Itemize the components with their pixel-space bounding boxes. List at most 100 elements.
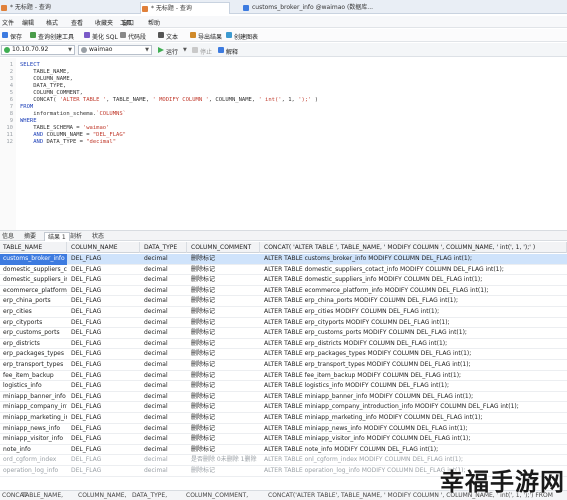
table-row[interactable]: erp_cityports DEL_FLAG decimal 删除标记 ALTER TA… bbox=[0, 318, 567, 329]
cell-column-comment[interactable]: 删除标记 bbox=[188, 339, 260, 350]
cell-table-name[interactable]: erp_china_ports bbox=[0, 296, 67, 307]
cell-column-name[interactable]: DEL_FLAG bbox=[68, 339, 140, 350]
explain-button[interactable]: 解释 bbox=[218, 47, 238, 56]
table-row[interactable]: domestic_suppliers_cc DEL_FLAG decimal 删除标记… bbox=[0, 265, 567, 276]
tab-profile[interactable]: 剖析 bbox=[70, 232, 82, 241]
cell-column-name[interactable]: DEL_FLAG bbox=[68, 424, 140, 435]
window-tab-query-1[interactable]: * 无标题 - 查询 bbox=[0, 2, 60, 14]
cell-column-name[interactable]: DEL_FLAG bbox=[68, 286, 140, 297]
cell-data-type[interactable]: decimal bbox=[141, 381, 187, 392]
cell-data-type[interactable]: decimal bbox=[141, 318, 187, 329]
cell-data-type[interactable]: decimal bbox=[141, 371, 187, 382]
cell-column-name[interactable]: DEL_FLAG bbox=[68, 275, 140, 286]
menu-file[interactable]: 文件 bbox=[2, 18, 14, 27]
cell-data-type[interactable]: decimal bbox=[141, 339, 187, 350]
cell-table-name[interactable]: operation_log_info bbox=[0, 466, 67, 477]
cell-table-name[interactable]: miniapp_banner_info bbox=[0, 392, 67, 403]
cell-table-name[interactable]: ord_cgform_index bbox=[0, 455, 67, 466]
cell-column-name[interactable]: DEL_FLAG bbox=[68, 328, 140, 339]
cell-column-name[interactable]: DEL_FLAG bbox=[68, 318, 140, 329]
code-snippet-button[interactable]: 代码段 bbox=[120, 32, 146, 41]
stop-button[interactable]: 停止 bbox=[192, 47, 212, 56]
cell-column-comment[interactable]: 删除标记 bbox=[188, 392, 260, 403]
cell-table-name[interactable]: erp_districts bbox=[0, 339, 67, 350]
cell-concat[interactable]: ALTER TABLE erp_cities MODIFY COLUMN DEL… bbox=[261, 307, 567, 318]
save-button[interactable]: 保存 bbox=[2, 32, 22, 41]
cell-concat[interactable]: ALTER TABLE erp_customs_ports MODIFY COL… bbox=[261, 328, 567, 339]
cell-column-comment[interactable]: 删除标记 bbox=[188, 349, 260, 360]
table-row[interactable]: erp_customs_ports DEL_FLAG decimal 删除标记 ALTE… bbox=[0, 328, 567, 339]
create-chart-button[interactable]: 创建图表 bbox=[226, 32, 258, 41]
cell-concat[interactable]: ALTER TABLE erp_packages_types MODIFY CO… bbox=[261, 349, 567, 360]
cell-column-name[interactable]: DEL_FLAG bbox=[68, 402, 140, 413]
column-header-data-type[interactable]: DATA_TYPE bbox=[141, 242, 187, 253]
cell-column-name[interactable]: DEL_FLAG bbox=[68, 455, 140, 466]
cell-data-type[interactable]: decimal bbox=[141, 392, 187, 403]
cell-table-name[interactable]: miniapp_news_info bbox=[0, 424, 67, 435]
cell-column-name[interactable]: DEL_FLAG bbox=[68, 265, 140, 276]
table-row[interactable]: miniapp_marketing_in DEL_FLAG decimal 删除标记 A… bbox=[0, 413, 567, 424]
export-results-button[interactable]: 导出结果 bbox=[190, 32, 222, 41]
text-button[interactable]: 文本 bbox=[158, 32, 178, 41]
cell-data-type[interactable]: decimal bbox=[141, 402, 187, 413]
cell-data-type[interactable]: decimal bbox=[141, 328, 187, 339]
cell-table-name[interactable]: erp_transport_types bbox=[0, 360, 67, 371]
window-tab-table[interactable]: customs_broker_info @waimao (数据库... bbox=[242, 2, 373, 14]
cell-concat[interactable]: ALTER TABLE domestic_suppliers_cotact_in… bbox=[261, 265, 567, 276]
cell-concat[interactable]: ALTER TABLE customs_broker_info MODIFY C… bbox=[261, 254, 567, 265]
cell-table-name[interactable]: logistics_info bbox=[0, 381, 67, 392]
menu-format[interactable]: 格式 bbox=[46, 18, 58, 27]
menu-window[interactable]: 窗口 bbox=[122, 18, 134, 27]
cell-data-type[interactable]: decimal bbox=[141, 307, 187, 318]
cell-concat[interactable]: ALTER TABLE miniapp_company_introduction… bbox=[261, 402, 567, 413]
cell-column-name[interactable]: DEL_FLAG bbox=[68, 254, 140, 265]
column-header-concat[interactable]: CONCAT( 'ALTER TABLE ', TABLE_NAME, ' MO… bbox=[261, 242, 567, 253]
cell-column-comment[interactable]: 删除标记 bbox=[188, 424, 260, 435]
column-header-table-name[interactable]: TABLE_NAME bbox=[0, 242, 67, 253]
cell-column-name[interactable]: DEL_FLAG bbox=[68, 381, 140, 392]
cell-data-type[interactable]: decimal bbox=[141, 265, 187, 276]
column-header-column-name[interactable]: COLUMN_NAME bbox=[68, 242, 140, 253]
cell-concat[interactable]: ALTER TABLE domestic_suppliers_info MODI… bbox=[261, 275, 567, 286]
menu-edit[interactable]: 编辑 bbox=[22, 18, 34, 27]
cell-column-name[interactable]: DEL_FLAG bbox=[68, 445, 140, 456]
table-row[interactable]: note_info DEL_FLAG decimal 删除标记 ALTER TABLE … bbox=[0, 445, 567, 456]
table-row[interactable]: erp_transport_types DEL_FLAG decimal 删除标记 AL… bbox=[0, 360, 567, 371]
cell-concat[interactable]: ALTER TABLE erp_transport_types MODIFY C… bbox=[261, 360, 567, 371]
cell-column-comment[interactable]: 删除标记 bbox=[188, 360, 260, 371]
cell-table-name[interactable]: note_info bbox=[0, 445, 67, 456]
table-row[interactable]: miniapp_visitor_info DEL_FLAG decimal 删除标记 A… bbox=[0, 434, 567, 445]
table-row[interactable]: erp_packages_types DEL_FLAG decimal 删除标记 ALT… bbox=[0, 349, 567, 360]
cell-concat[interactable]: ALTER TABLE logistics_info MODIFY COLUMN… bbox=[261, 381, 567, 392]
cell-data-type[interactable]: decimal bbox=[141, 254, 187, 265]
menu-help[interactable]: 帮助 bbox=[148, 18, 160, 27]
cell-concat[interactable]: ALTER TABLE erp_china_ports MODIFY COLUM… bbox=[261, 296, 567, 307]
cell-table-name[interactable]: domestic_suppliers_cc bbox=[0, 265, 67, 276]
cell-column-comment[interactable]: 删除标记 bbox=[188, 413, 260, 424]
table-row[interactable]: logistics_info DEL_FLAG decimal 删除标记 ALTER T… bbox=[0, 381, 567, 392]
table-row[interactable]: miniapp_news_info DEL_FLAG decimal 删除标记 ALTE… bbox=[0, 424, 567, 435]
cell-column-comment[interactable]: 删除标记 bbox=[188, 296, 260, 307]
cell-column-comment[interactable]: 删除标记 bbox=[188, 254, 260, 265]
cell-data-type[interactable]: decimal bbox=[141, 413, 187, 424]
server-select[interactable]: 10.10.70.92 ▼ bbox=[1, 45, 75, 55]
cell-concat[interactable]: ALTER TABLE erp_cityports MODIFY COLUMN … bbox=[261, 318, 567, 329]
cell-column-comment[interactable]: 删除标记 bbox=[188, 402, 260, 413]
sql-editor[interactable]: 1 SELECT 2 TABLE_NAME, 3 COLUMN_NAME, 4 DATA… bbox=[0, 58, 567, 244]
cell-column-name[interactable]: DEL_FLAG bbox=[68, 434, 140, 445]
cell-data-type[interactable]: decimal bbox=[141, 466, 187, 477]
run-button[interactable]: 运行 bbox=[158, 47, 178, 56]
table-row[interactable]: fee_item_backup DEL_FLAG decimal 删除标记 ALTER … bbox=[0, 371, 567, 382]
cell-table-name[interactable]: fee_item_backup bbox=[0, 371, 67, 382]
cell-data-type[interactable]: decimal bbox=[141, 360, 187, 371]
cell-data-type[interactable]: decimal bbox=[141, 424, 187, 435]
cell-data-type[interactable]: decimal bbox=[141, 445, 187, 456]
cell-table-name[interactable]: erp_packages_types bbox=[0, 349, 67, 360]
cell-column-comment[interactable]: 删除标记 bbox=[188, 286, 260, 297]
cell-column-comment[interactable]: 删除标记 bbox=[188, 307, 260, 318]
cell-table-name[interactable]: customs_broker_info bbox=[0, 254, 67, 265]
cell-table-name[interactable]: domestic_suppliers_in bbox=[0, 275, 67, 286]
cell-column-name[interactable]: DEL_FLAG bbox=[68, 466, 140, 477]
menu-favorites[interactable]: 收藏夹 bbox=[95, 18, 113, 27]
cell-column-comment[interactable]: 删除标记 bbox=[188, 434, 260, 445]
